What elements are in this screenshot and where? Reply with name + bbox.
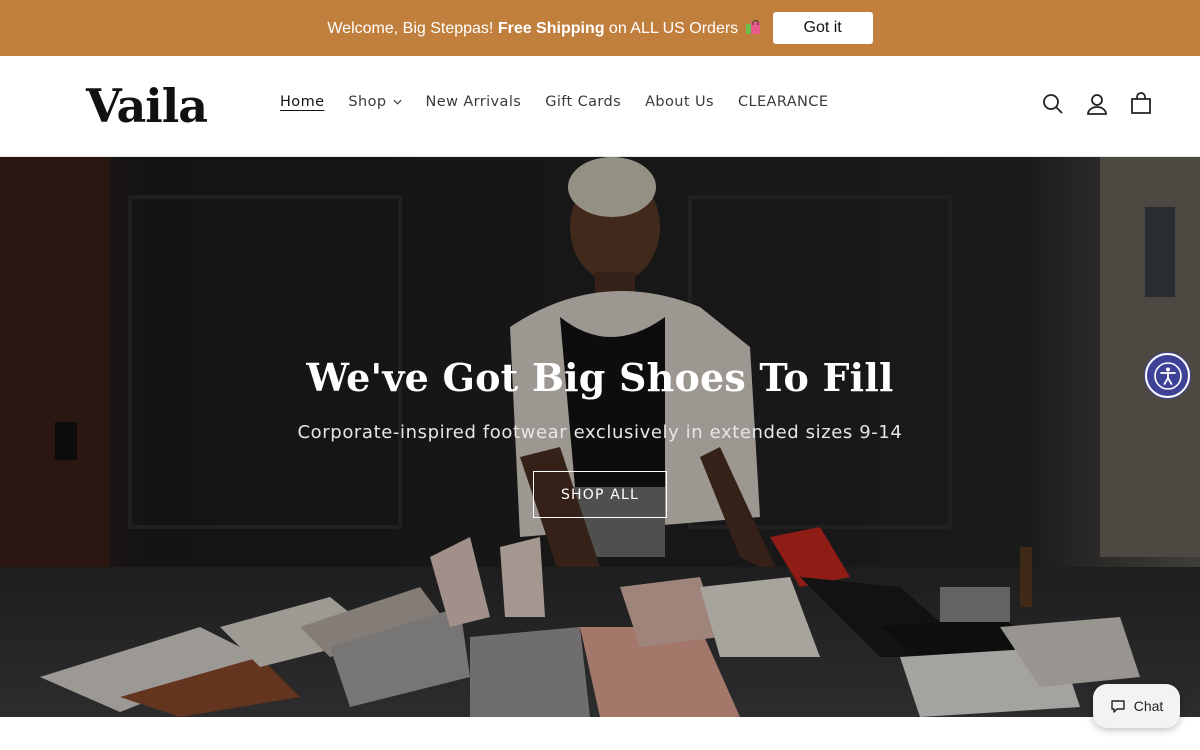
accessibility-icon xyxy=(1153,361,1182,390)
logo[interactable]: Vaila xyxy=(86,80,208,132)
got-it-button[interactable]: Got it xyxy=(772,12,873,44)
nav-gift-cards-label: Gift Cards xyxy=(545,94,622,110)
header-icons xyxy=(1042,92,1152,116)
nav-gift-cards[interactable]: Gift Cards xyxy=(545,94,621,110)
nav-home-label: Home xyxy=(280,94,325,110)
hero-subtitle: Corporate-inspired footwear exclusively … xyxy=(297,422,903,443)
account-icon[interactable] xyxy=(1086,92,1108,116)
search-icon[interactable] xyxy=(1042,92,1064,116)
nav-shop-label: Shop xyxy=(348,94,387,110)
nav-about-us[interactable]: About Us xyxy=(645,94,714,110)
hero-banner: We've Got Big Shoes To Fill Corporate-in… xyxy=(0,157,1200,717)
shopping-bags-icon xyxy=(745,19,760,34)
nav-new-arrivals-label: New Arrivals xyxy=(425,94,522,110)
chat-bubble-icon xyxy=(1111,700,1125,713)
nav-about-us-label: About Us xyxy=(645,94,714,110)
hero-title: We've Got Big Shoes To Fill xyxy=(306,355,894,400)
nav-home[interactable]: Home xyxy=(280,94,324,110)
nav-clearance-label: CLEARANCE xyxy=(737,94,829,110)
nav-clearance[interactable]: CLEARANCE xyxy=(738,94,828,110)
chat-button[interactable]: Chat xyxy=(1093,684,1180,728)
accessibility-button[interactable] xyxy=(1145,353,1190,398)
hero-content: We've Got Big Shoes To Fill Corporate-in… xyxy=(0,157,1200,717)
free-shipping-text: Free Shipping xyxy=(497,19,605,37)
chevron-down-icon xyxy=(392,99,402,105)
cart-icon[interactable] xyxy=(1130,92,1152,116)
site-header: Vaila Home Shop New Arrivals Gift Cards … xyxy=(0,56,1200,157)
main-nav: Home Shop New Arrivals Gift Cards About … xyxy=(280,94,828,110)
chat-label: Chat xyxy=(1133,698,1164,714)
shop-all-button[interactable]: SHOP ALL xyxy=(533,471,667,518)
announcement-text: Welcome, Big Steppas! Free Shipping on A… xyxy=(327,19,760,38)
announcement-bar: Welcome, Big Steppas! Free Shipping on A… xyxy=(0,0,1200,56)
nav-new-arrivals[interactable]: New Arrivals xyxy=(426,94,522,110)
nav-shop[interactable]: Shop xyxy=(348,94,402,110)
